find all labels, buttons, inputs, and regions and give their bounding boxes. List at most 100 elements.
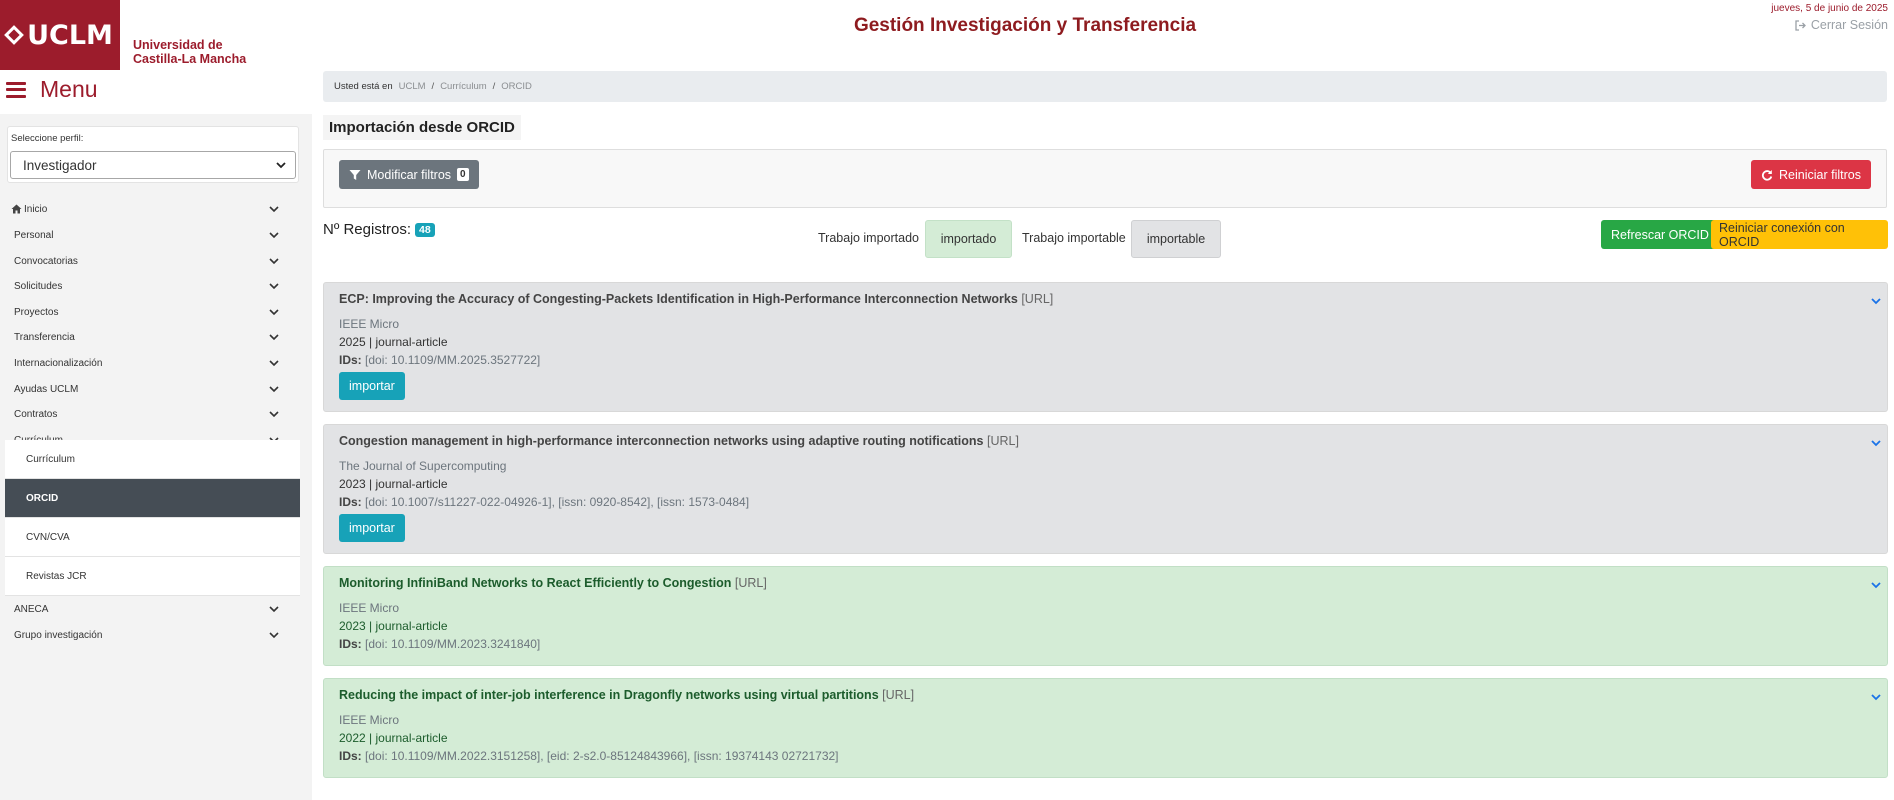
sidebar-subitem-revistas-jcr[interactable]: Revistas JCR bbox=[5, 557, 300, 596]
chevron-down-icon bbox=[269, 606, 279, 613]
records-count-badge: 48 bbox=[415, 222, 435, 237]
sidebar-subitem-orcid[interactable]: ORCID bbox=[5, 479, 300, 518]
filter-icon bbox=[349, 169, 361, 180]
chevron-down-icon[interactable] bbox=[1869, 578, 1883, 592]
chevron-down-icon bbox=[269, 309, 279, 316]
sidebar-item-inicio[interactable]: Inicio bbox=[0, 196, 312, 222]
record-ids-value: [doi: 10.1007/s11227-022-04926-1], [issn… bbox=[365, 495, 750, 509]
record-ids: IDs: [doi: 10.1109/MM.2023.3241840] bbox=[339, 637, 540, 651]
record-url-link[interactable]: [URL] bbox=[1021, 292, 1053, 306]
modify-filters-button[interactable]: Modificar filtros 0 bbox=[339, 160, 479, 189]
sidebar-item-label: Solicitudes bbox=[14, 280, 63, 292]
record-url-link[interactable]: [URL] bbox=[882, 688, 914, 702]
sidebar-item-label: Personal bbox=[14, 229, 54, 241]
record-ids-label: IDs: bbox=[339, 749, 362, 763]
record-title-text: Congestion management in high-performanc… bbox=[339, 434, 984, 448]
chevron-down-icon bbox=[269, 632, 279, 639]
chevron-down-icon bbox=[269, 334, 279, 341]
chevron-down-icon[interactable] bbox=[1869, 294, 1883, 308]
breadcrumb-prefix: Usted está en bbox=[334, 81, 393, 92]
sidebar-item-label: Convocatorias bbox=[14, 255, 78, 267]
modify-filters-label: Modificar filtros bbox=[367, 167, 452, 182]
sidebar-item-aneca[interactable]: ANECA bbox=[0, 596, 312, 622]
sidebar-subitem-label: Currículum bbox=[26, 453, 75, 465]
record-card: ECP: Improving the Accuracy of Congestin… bbox=[323, 282, 1888, 412]
legend-imported-label: Trabajo importado bbox=[818, 231, 919, 245]
record-journal: The Journal of Supercomputing bbox=[339, 459, 507, 473]
breadcrumb: Usted está en UCLM / Currículum / ORCID bbox=[323, 71, 1887, 102]
import-button[interactable]: importar bbox=[339, 372, 405, 400]
reset-filters-label: Reiniciar filtros bbox=[1779, 167, 1861, 182]
chevron-down-icon bbox=[269, 411, 279, 418]
sidebar-item-internacionalizacion[interactable]: Internacionalización bbox=[0, 350, 312, 376]
refresh-orcid-button[interactable]: Refrescar ORCID bbox=[1601, 220, 1719, 249]
sidebar-item-solicitudes[interactable]: Solicitudes bbox=[0, 273, 312, 299]
legend-imported-box: importado bbox=[925, 220, 1012, 258]
record-ids-value: [doi: 10.1109/MM.2022.3151258], [eid: 2-… bbox=[365, 749, 839, 763]
logout-link[interactable]: Cerrar Sesión bbox=[1795, 18, 1888, 32]
chevron-down-icon bbox=[269, 386, 279, 393]
record-title: Reducing the impact of inter-job interfe… bbox=[339, 688, 914, 702]
record-url-link[interactable]: [URL] bbox=[987, 434, 1019, 448]
record-journal: IEEE Micro bbox=[339, 713, 400, 727]
sidebar-item-label: Transferencia bbox=[14, 331, 75, 343]
menu-toggle[interactable]: Menu bbox=[6, 76, 98, 103]
breadcrumb-link-uclm[interactable]: UCLM bbox=[399, 81, 426, 92]
sidebar: Seleccione perfil: Investigador Inicio P… bbox=[0, 114, 312, 800]
university-line1: Universidad de bbox=[133, 38, 223, 52]
sidebar-subitem-label: Revistas JCR bbox=[26, 570, 87, 582]
legend-importable-label: Trabajo importable bbox=[1022, 231, 1126, 245]
chevron-down-icon bbox=[269, 283, 279, 290]
sidebar-item-label: Contratos bbox=[14, 408, 58, 420]
chevron-down-icon[interactable] bbox=[1869, 436, 1883, 450]
sidebar-item-label: ANECA bbox=[14, 603, 49, 615]
sidebar-subitem-label: CVN/CVA bbox=[26, 531, 70, 543]
sign-out-icon bbox=[1795, 19, 1806, 31]
sidebar-subitem-label: ORCID bbox=[26, 492, 59, 504]
chevron-down-icon bbox=[276, 162, 286, 169]
chevron-down-icon bbox=[269, 206, 279, 213]
sidebar-item-proyectos[interactable]: Proyectos bbox=[0, 299, 312, 325]
breadcrumb-link-curriculum[interactable]: Currículum bbox=[440, 81, 486, 92]
sidebar-item-ayudas-uclm[interactable]: Ayudas UCLM bbox=[0, 376, 312, 402]
record-ids-label: IDs: bbox=[339, 495, 362, 509]
breadcrumb-current: ORCID bbox=[501, 81, 532, 92]
university-line2: Castilla-La Mancha bbox=[133, 52, 247, 66]
sidebar-subitem-curriculum[interactable]: Currículum bbox=[5, 440, 300, 479]
record-year-type: 2023 | journal-article bbox=[339, 619, 448, 633]
profile-label: Seleccione perfil: bbox=[11, 133, 84, 144]
record-ids: IDs: [doi: 10.1109/MM.2022.3151258], [ei… bbox=[339, 749, 839, 763]
sidebar-item-grupo-investigacion[interactable]: Grupo investigación bbox=[0, 622, 312, 648]
breadcrumb-separator: / bbox=[431, 81, 435, 92]
filters-count-badge: 0 bbox=[457, 168, 469, 181]
refresh-icon bbox=[1761, 169, 1773, 181]
record-url-link[interactable]: [URL] bbox=[735, 576, 767, 590]
record-title-text: Reducing the impact of inter-job interfe… bbox=[339, 688, 879, 702]
sidebar-item-label: Grupo investigación bbox=[14, 629, 103, 641]
sidebar-item-label: Inicio bbox=[24, 203, 48, 215]
app-title: Gestión Investigación y Transferencia bbox=[853, 15, 1197, 36]
profile-selector: Seleccione perfil: Investigador bbox=[7, 126, 299, 183]
breadcrumb-separator: / bbox=[492, 81, 496, 92]
sidebar-item-transferencia[interactable]: Transferencia bbox=[0, 324, 312, 350]
reconnect-orcid-button[interactable]: Reiniciar conexión con ORCID bbox=[1711, 220, 1888, 249]
record-year-type: 2022 | journal-article bbox=[339, 731, 448, 745]
record-title-text: ECP: Improving the Accuracy of Congestin… bbox=[339, 292, 1018, 306]
record-year-type: 2023 | journal-article bbox=[339, 477, 448, 491]
record-ids-label: IDs: bbox=[339, 637, 362, 651]
home-icon bbox=[11, 204, 22, 214]
record-title: Congestion management in high-performanc… bbox=[339, 434, 1019, 448]
chevron-down-icon bbox=[269, 258, 279, 265]
chevron-down-icon[interactable] bbox=[1869, 690, 1883, 704]
sidebar-item-personal[interactable]: Personal bbox=[0, 222, 312, 248]
profile-select[interactable]: Investigador bbox=[10, 151, 296, 179]
record-ids-value: [doi: 10.1109/MM.2025.3527722] bbox=[365, 353, 541, 367]
sidebar-item-convocatorias[interactable]: Convocatorias bbox=[0, 248, 312, 274]
record-ids: IDs: [doi: 10.1109/MM.2025.3527722] bbox=[339, 353, 540, 367]
sidebar-item-contratos[interactable]: Contratos bbox=[0, 401, 312, 427]
sidebar-subitem-cvn-cva[interactable]: CVN/CVA bbox=[5, 518, 300, 557]
legend-importable-box: importable bbox=[1131, 220, 1221, 258]
page-title: Importación desde ORCID bbox=[323, 115, 521, 140]
import-button[interactable]: importar bbox=[339, 514, 405, 542]
reset-filters-button[interactable]: Reiniciar filtros bbox=[1751, 160, 1871, 189]
